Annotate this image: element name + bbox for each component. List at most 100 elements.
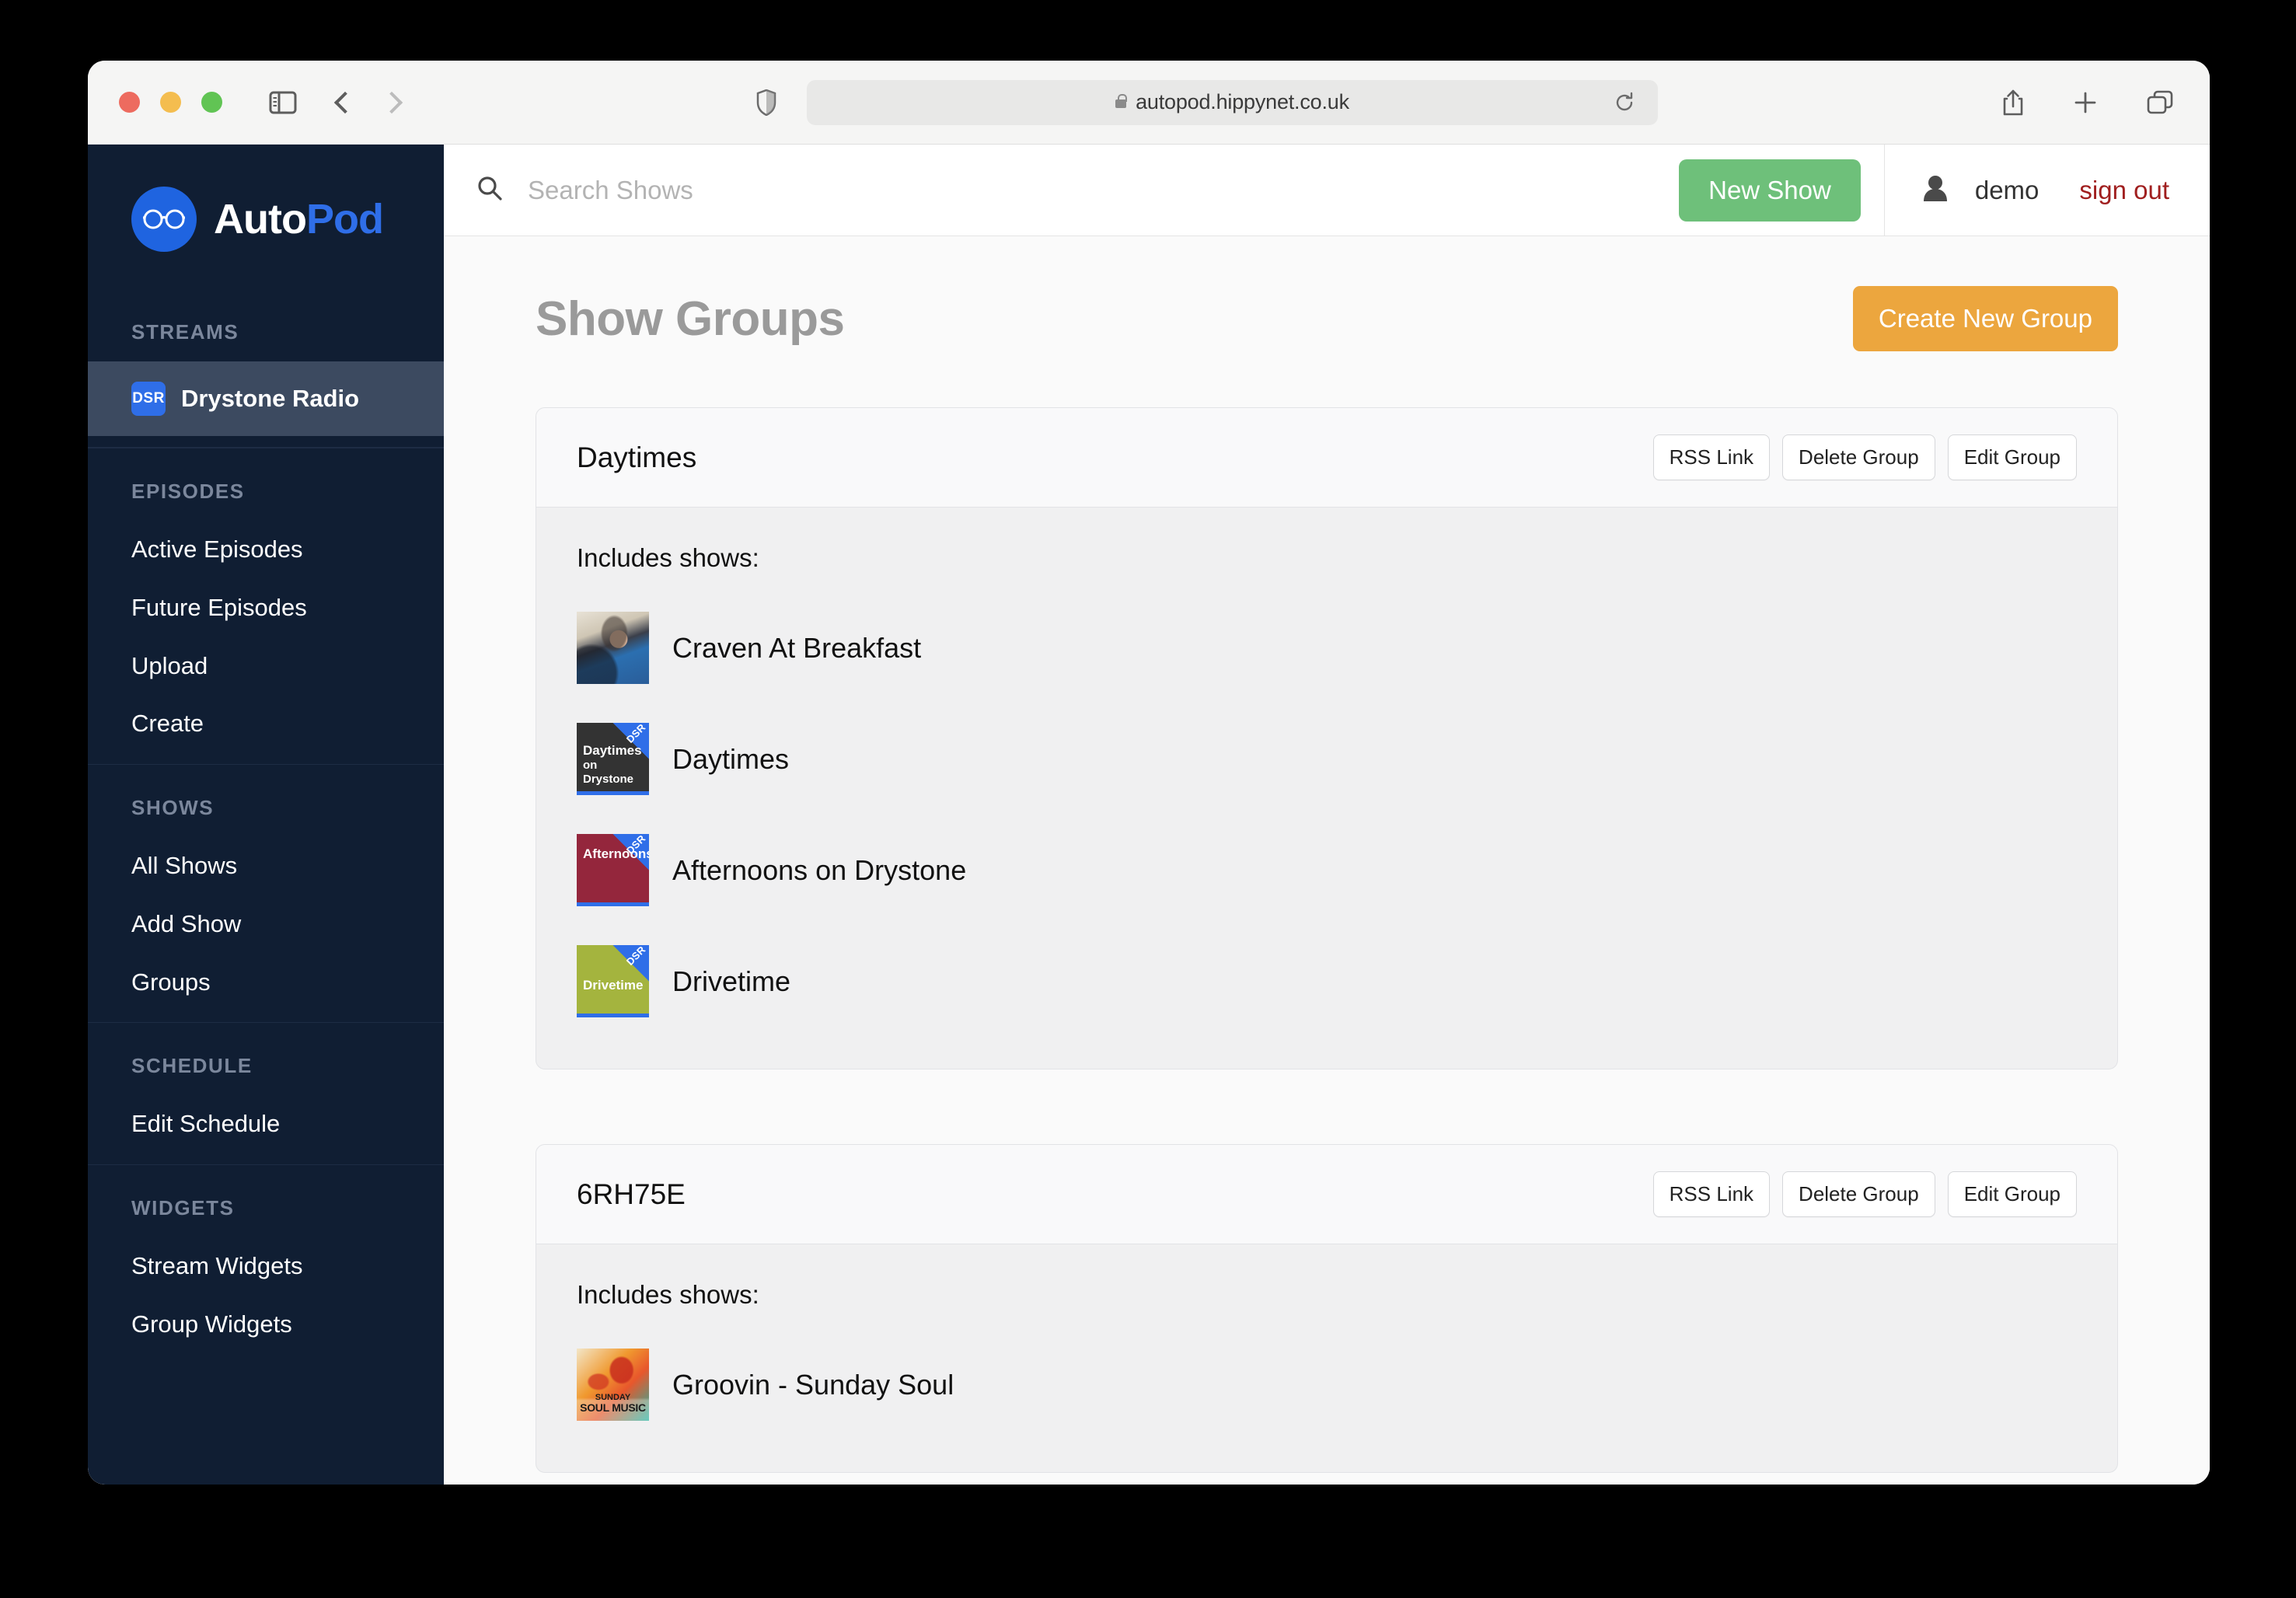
- main-pane: New Show demo sign out Sho: [444, 145, 2210, 1485]
- rss-link-button[interactable]: RSS Link: [1652, 434, 1771, 480]
- sidebar-item-upload[interactable]: Upload: [88, 637, 444, 696]
- sidebar-heading-schedule: SCHEDULE: [131, 1054, 253, 1078]
- window-controls: [119, 92, 222, 113]
- includes-shows-label: Includes shows:: [577, 543, 759, 572]
- close-window-button[interactable]: [119, 92, 140, 113]
- sidebar-item-stream-widgets[interactable]: Stream Widgets: [88, 1237, 444, 1296]
- browser-toolbar: autopod.hippynet.co.uk: [88, 61, 2210, 145]
- person-icon: [1922, 174, 1949, 206]
- group-card-header: Daytimes RSS Link Delete Group Edit Grou…: [536, 408, 2117, 508]
- sidebar-item-label: Drystone Radio: [181, 384, 360, 412]
- group-actions: RSS Link Delete Group Edit Group: [1652, 1171, 2077, 1217]
- lock-icon: [1115, 94, 1128, 108]
- sidebar-item-edit-schedule[interactable]: Edit Schedule: [88, 1095, 444, 1153]
- thumbnail-label-main: SOUL MUSIC: [580, 1401, 646, 1415]
- thumbnail-label: Afternoons: [583, 846, 649, 862]
- sidebar-section-shows: SHOWS All Shows Add Show Groups: [88, 764, 444, 1022]
- show-thumbnail: DSR Daytimes on Drystone: [577, 723, 649, 795]
- new-show-button[interactable]: New Show: [1679, 159, 1861, 222]
- brand-name: AutoPod: [214, 195, 384, 243]
- app-topbar: New Show demo sign out: [444, 145, 2210, 236]
- app-root: AutoPod STREAMS DSR Drystone Radio EPISO…: [88, 145, 2210, 1485]
- list-item[interactable]: DSR Daytimes on Drystone Daytimes: [577, 715, 2077, 803]
- thumbnail-label-main: Afternoons: [583, 846, 649, 861]
- sidebar-item-all-shows[interactable]: All Shows: [88, 837, 444, 895]
- brand[interactable]: AutoPod: [88, 145, 444, 289]
- minimize-window-button[interactable]: [160, 92, 181, 113]
- glasses-icon: [131, 187, 197, 252]
- show-thumbnail: SUNDAY SOUL MUSIC: [577, 1349, 649, 1421]
- sidebar-heading-shows: SHOWS: [131, 796, 215, 819]
- thumbnail-accent-bar: [577, 1014, 649, 1017]
- thumbnail-label: Drivetime: [583, 978, 643, 993]
- sidebar-heading-streams: STREAMS: [131, 320, 239, 344]
- sidebar-section-streams: STREAMS DSR Drystone Radio: [88, 289, 444, 448]
- list-item[interactable]: DSR Afternoons Afternoons on Drystone: [577, 826, 2077, 914]
- group-actions: RSS Link Delete Group Edit Group: [1652, 434, 2077, 480]
- content-scroll[interactable]: Show Groups Create New Group Daytimes RS…: [444, 236, 2210, 1485]
- group-card: 6RH75E RSS Link Delete Group Edit Group …: [536, 1144, 2118, 1473]
- page-title: Show Groups: [536, 291, 845, 346]
- show-thumbnail: DSR Afternoons: [577, 834, 649, 906]
- sidebar-item-create[interactable]: Create: [88, 695, 444, 753]
- sidebar-item-add-show[interactable]: Add Show: [88, 895, 444, 954]
- show-title: Drivetime: [672, 965, 791, 997]
- sidebar: AutoPod STREAMS DSR Drystone Radio EPISO…: [88, 145, 444, 1485]
- sidebar-section-schedule: SCHEDULE Edit Schedule: [88, 1022, 444, 1164]
- show-title: Craven At Breakfast: [672, 631, 922, 664]
- thumbnail-accent-bar: [577, 791, 649, 795]
- sidebar-toggle-icon[interactable]: [269, 91, 297, 114]
- group-card-header: 6RH75E RSS Link Delete Group Edit Group: [536, 1145, 2117, 1244]
- edit-group-button[interactable]: Edit Group: [1947, 434, 2077, 480]
- delete-group-button[interactable]: Delete Group: [1782, 1171, 1935, 1217]
- plus-icon[interactable]: [2073, 90, 2098, 115]
- address-bar[interactable]: autopod.hippynet.co.uk: [807, 79, 1658, 125]
- sidebar-item-group-widgets[interactable]: Group Widgets: [88, 1296, 444, 1354]
- sidebar-item-groups[interactable]: Groups: [88, 954, 444, 1012]
- tab-overview-icon[interactable]: [2146, 89, 2174, 116]
- delete-group-button[interactable]: Delete Group: [1782, 434, 1935, 480]
- group-card-body: Includes shows: Craven At Breakfast DSR: [536, 508, 2117, 1069]
- dsr-badge-icon: DSR: [131, 382, 166, 416]
- sidebar-item-active-episodes[interactable]: Active Episodes: [88, 521, 444, 579]
- brand-auto: Auto: [214, 196, 307, 242]
- show-thumbnail: [577, 612, 649, 684]
- includes-shows-label: Includes shows:: [577, 1280, 759, 1309]
- search-icon: [476, 175, 503, 205]
- thumbnail-accent-bar: [577, 902, 649, 906]
- sign-out-link[interactable]: sign out: [2079, 176, 2169, 205]
- privacy-shield-icon[interactable]: [756, 89, 776, 116]
- browser-window: autopod.hippynet.co.uk AutoPod STREAMS D…: [88, 61, 2210, 1485]
- group-name: 6RH75E: [577, 1178, 686, 1210]
- sidebar-item-drystone-radio[interactable]: DSR Drystone Radio: [88, 361, 444, 436]
- thumbnail-label: SUNDAY SOUL MUSIC: [577, 1392, 649, 1415]
- new-show-area: New Show: [1679, 145, 1884, 236]
- sidebar-item-future-episodes[interactable]: Future Episodes: [88, 579, 444, 637]
- sidebar-section-episodes: EPISODES Active Episodes Future Episodes…: [88, 448, 444, 764]
- search-input[interactable]: [528, 175, 1680, 205]
- user-area: demo sign out: [1883, 145, 2210, 236]
- edit-group-button[interactable]: Edit Group: [1947, 1171, 2077, 1217]
- create-new-group-button[interactable]: Create New Group: [1852, 286, 2118, 351]
- rss-link-button[interactable]: RSS Link: [1652, 1171, 1771, 1217]
- show-title: Afternoons on Drystone: [672, 853, 967, 886]
- thumbnail-label-main: Drivetime: [583, 978, 644, 993]
- reload-icon[interactable]: [1614, 92, 1635, 113]
- forward-button[interactable]: [380, 91, 403, 113]
- toolbar-right-actions: [2001, 89, 2174, 117]
- group-name: Daytimes: [577, 441, 697, 473]
- share-icon[interactable]: [2001, 89, 2025, 117]
- list-item[interactable]: SUNDAY SOUL MUSIC Groovin - Sunday Soul: [577, 1341, 2077, 1429]
- sidebar-section-widgets: WIDGETS Stream Widgets Group Widgets: [88, 1164, 444, 1365]
- brand-pod: Pod: [305, 196, 384, 242]
- list-item[interactable]: DSR Drivetime Drivetime: [577, 937, 2077, 1025]
- user-name: demo: [1974, 175, 2040, 204]
- thumbnail-label-sub: SUNDAY: [595, 1392, 631, 1402]
- list-item[interactable]: Craven At Breakfast: [577, 604, 2077, 692]
- search-area: [444, 145, 1680, 236]
- group-card: Daytimes RSS Link Delete Group Edit Grou…: [536, 407, 2118, 1069]
- maximize-window-button[interactable]: [201, 92, 222, 113]
- back-button[interactable]: [333, 91, 357, 113]
- show-title: Groovin - Sunday Soul: [672, 1368, 954, 1401]
- show-thumbnail: DSR Drivetime: [577, 945, 649, 1017]
